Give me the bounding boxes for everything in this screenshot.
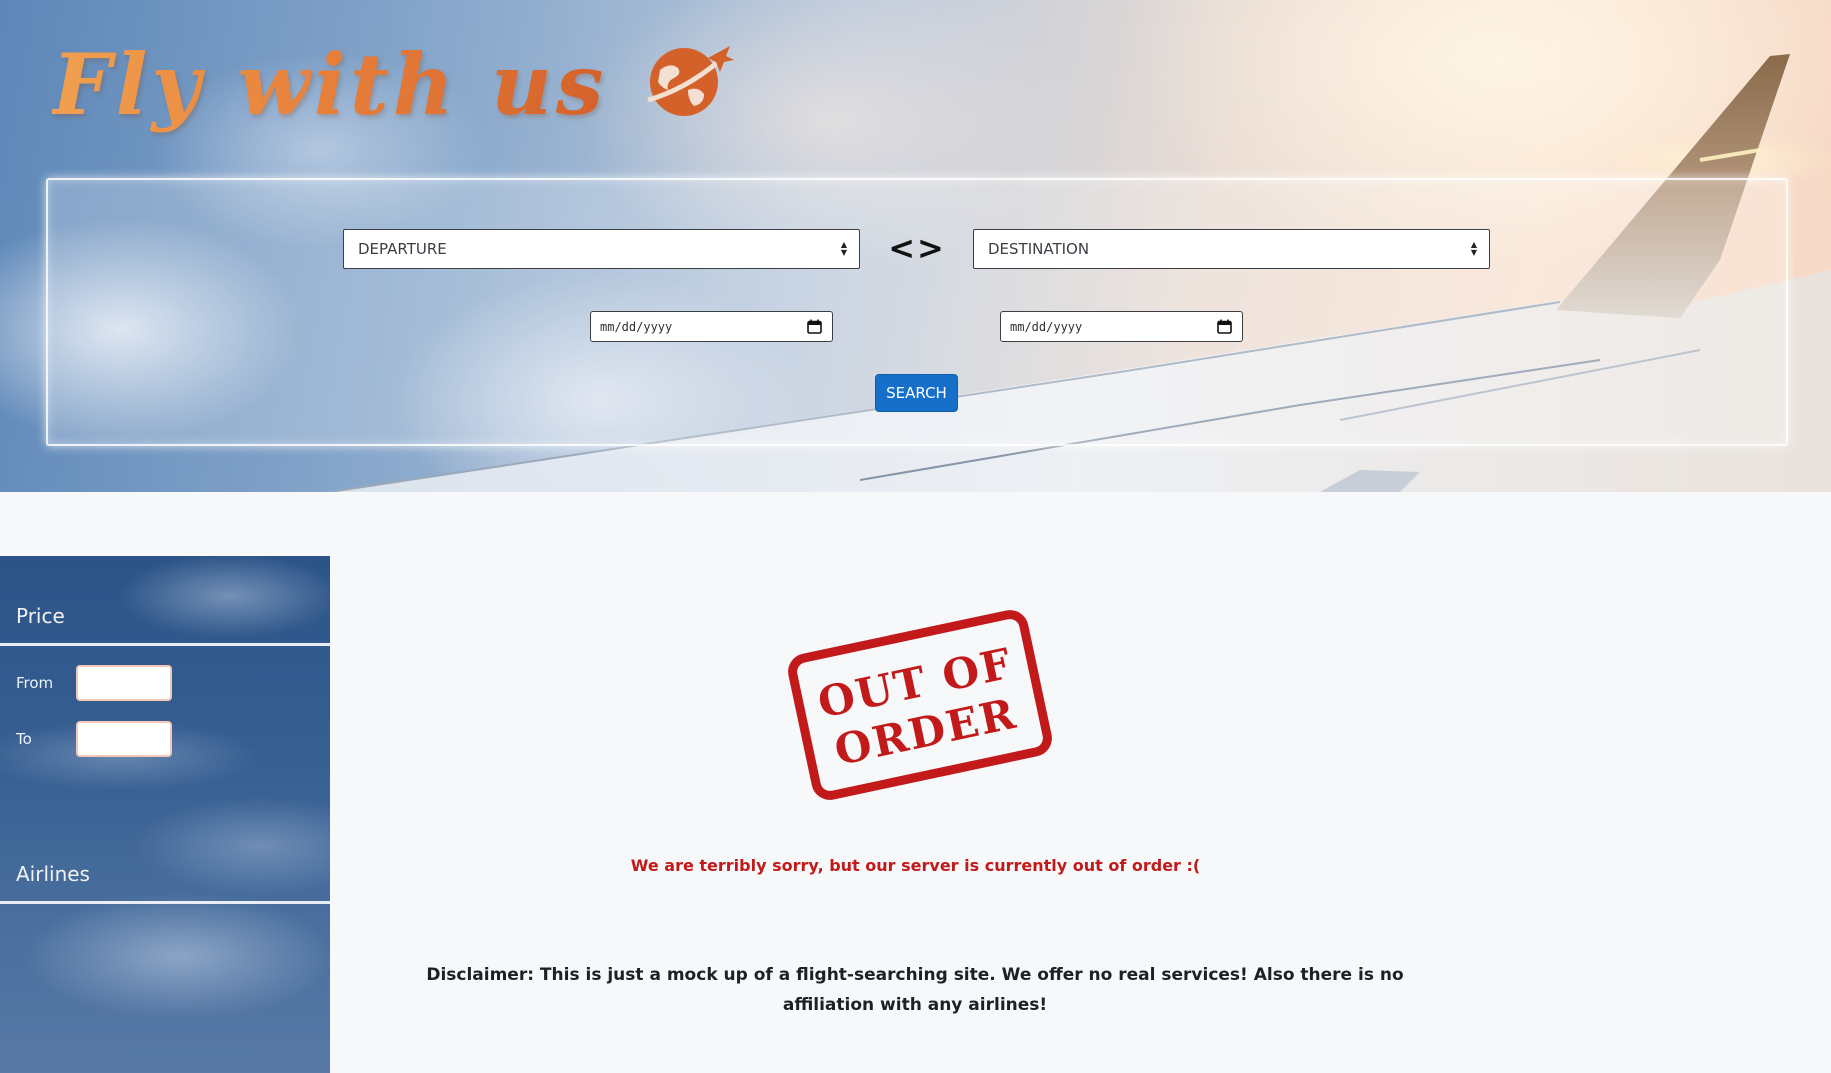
out-of-order-stamp: OUT OF ORDER	[788, 610, 1052, 800]
return-date-input[interactable]: mm/dd/yyyy	[1000, 311, 1243, 342]
site-logo[interactable]: Fly with us	[52, 30, 607, 140]
globe-plane-icon	[647, 46, 734, 116]
departure-select[interactable]: DEPARTURE ▲ ▼	[343, 229, 860, 269]
error-message: We are terribly sorry, but our server is…	[630, 856, 1201, 875]
filter-sidebar: Price From To Airlines	[0, 556, 330, 1073]
departure-date-placeholder: mm/dd/yyyy	[600, 319, 673, 334]
divider	[0, 901, 330, 904]
calendar-icon[interactable]	[1217, 319, 1232, 334]
price-to-label: To	[16, 730, 32, 748]
swap-icon[interactable]: <>	[888, 228, 944, 268]
search-button[interactable]: SEARCH	[875, 374, 958, 412]
price-to-input[interactable]	[76, 721, 172, 757]
destination-select-label: DESTINATION	[988, 240, 1090, 258]
price-heading: Price	[16, 604, 65, 628]
select-arrows-icon: ▲ ▼	[840, 240, 847, 257]
destination-select[interactable]: DESTINATION ▲ ▼	[973, 229, 1490, 269]
calendar-icon[interactable]	[807, 319, 822, 334]
disclaimer-text: Disclaimer: This is just a mock up of a …	[426, 965, 1404, 1015]
airlines-heading: Airlines	[16, 862, 90, 886]
departure-select-label: DEPARTURE	[358, 240, 447, 258]
select-arrows-icon: ▲ ▼	[1470, 240, 1477, 257]
departure-date-input[interactable]: mm/dd/yyyy	[590, 311, 833, 342]
price-from-label: From	[16, 674, 54, 692]
return-date-placeholder: mm/dd/yyyy	[1010, 319, 1083, 334]
divider	[0, 643, 330, 646]
price-from-input[interactable]	[76, 665, 172, 701]
